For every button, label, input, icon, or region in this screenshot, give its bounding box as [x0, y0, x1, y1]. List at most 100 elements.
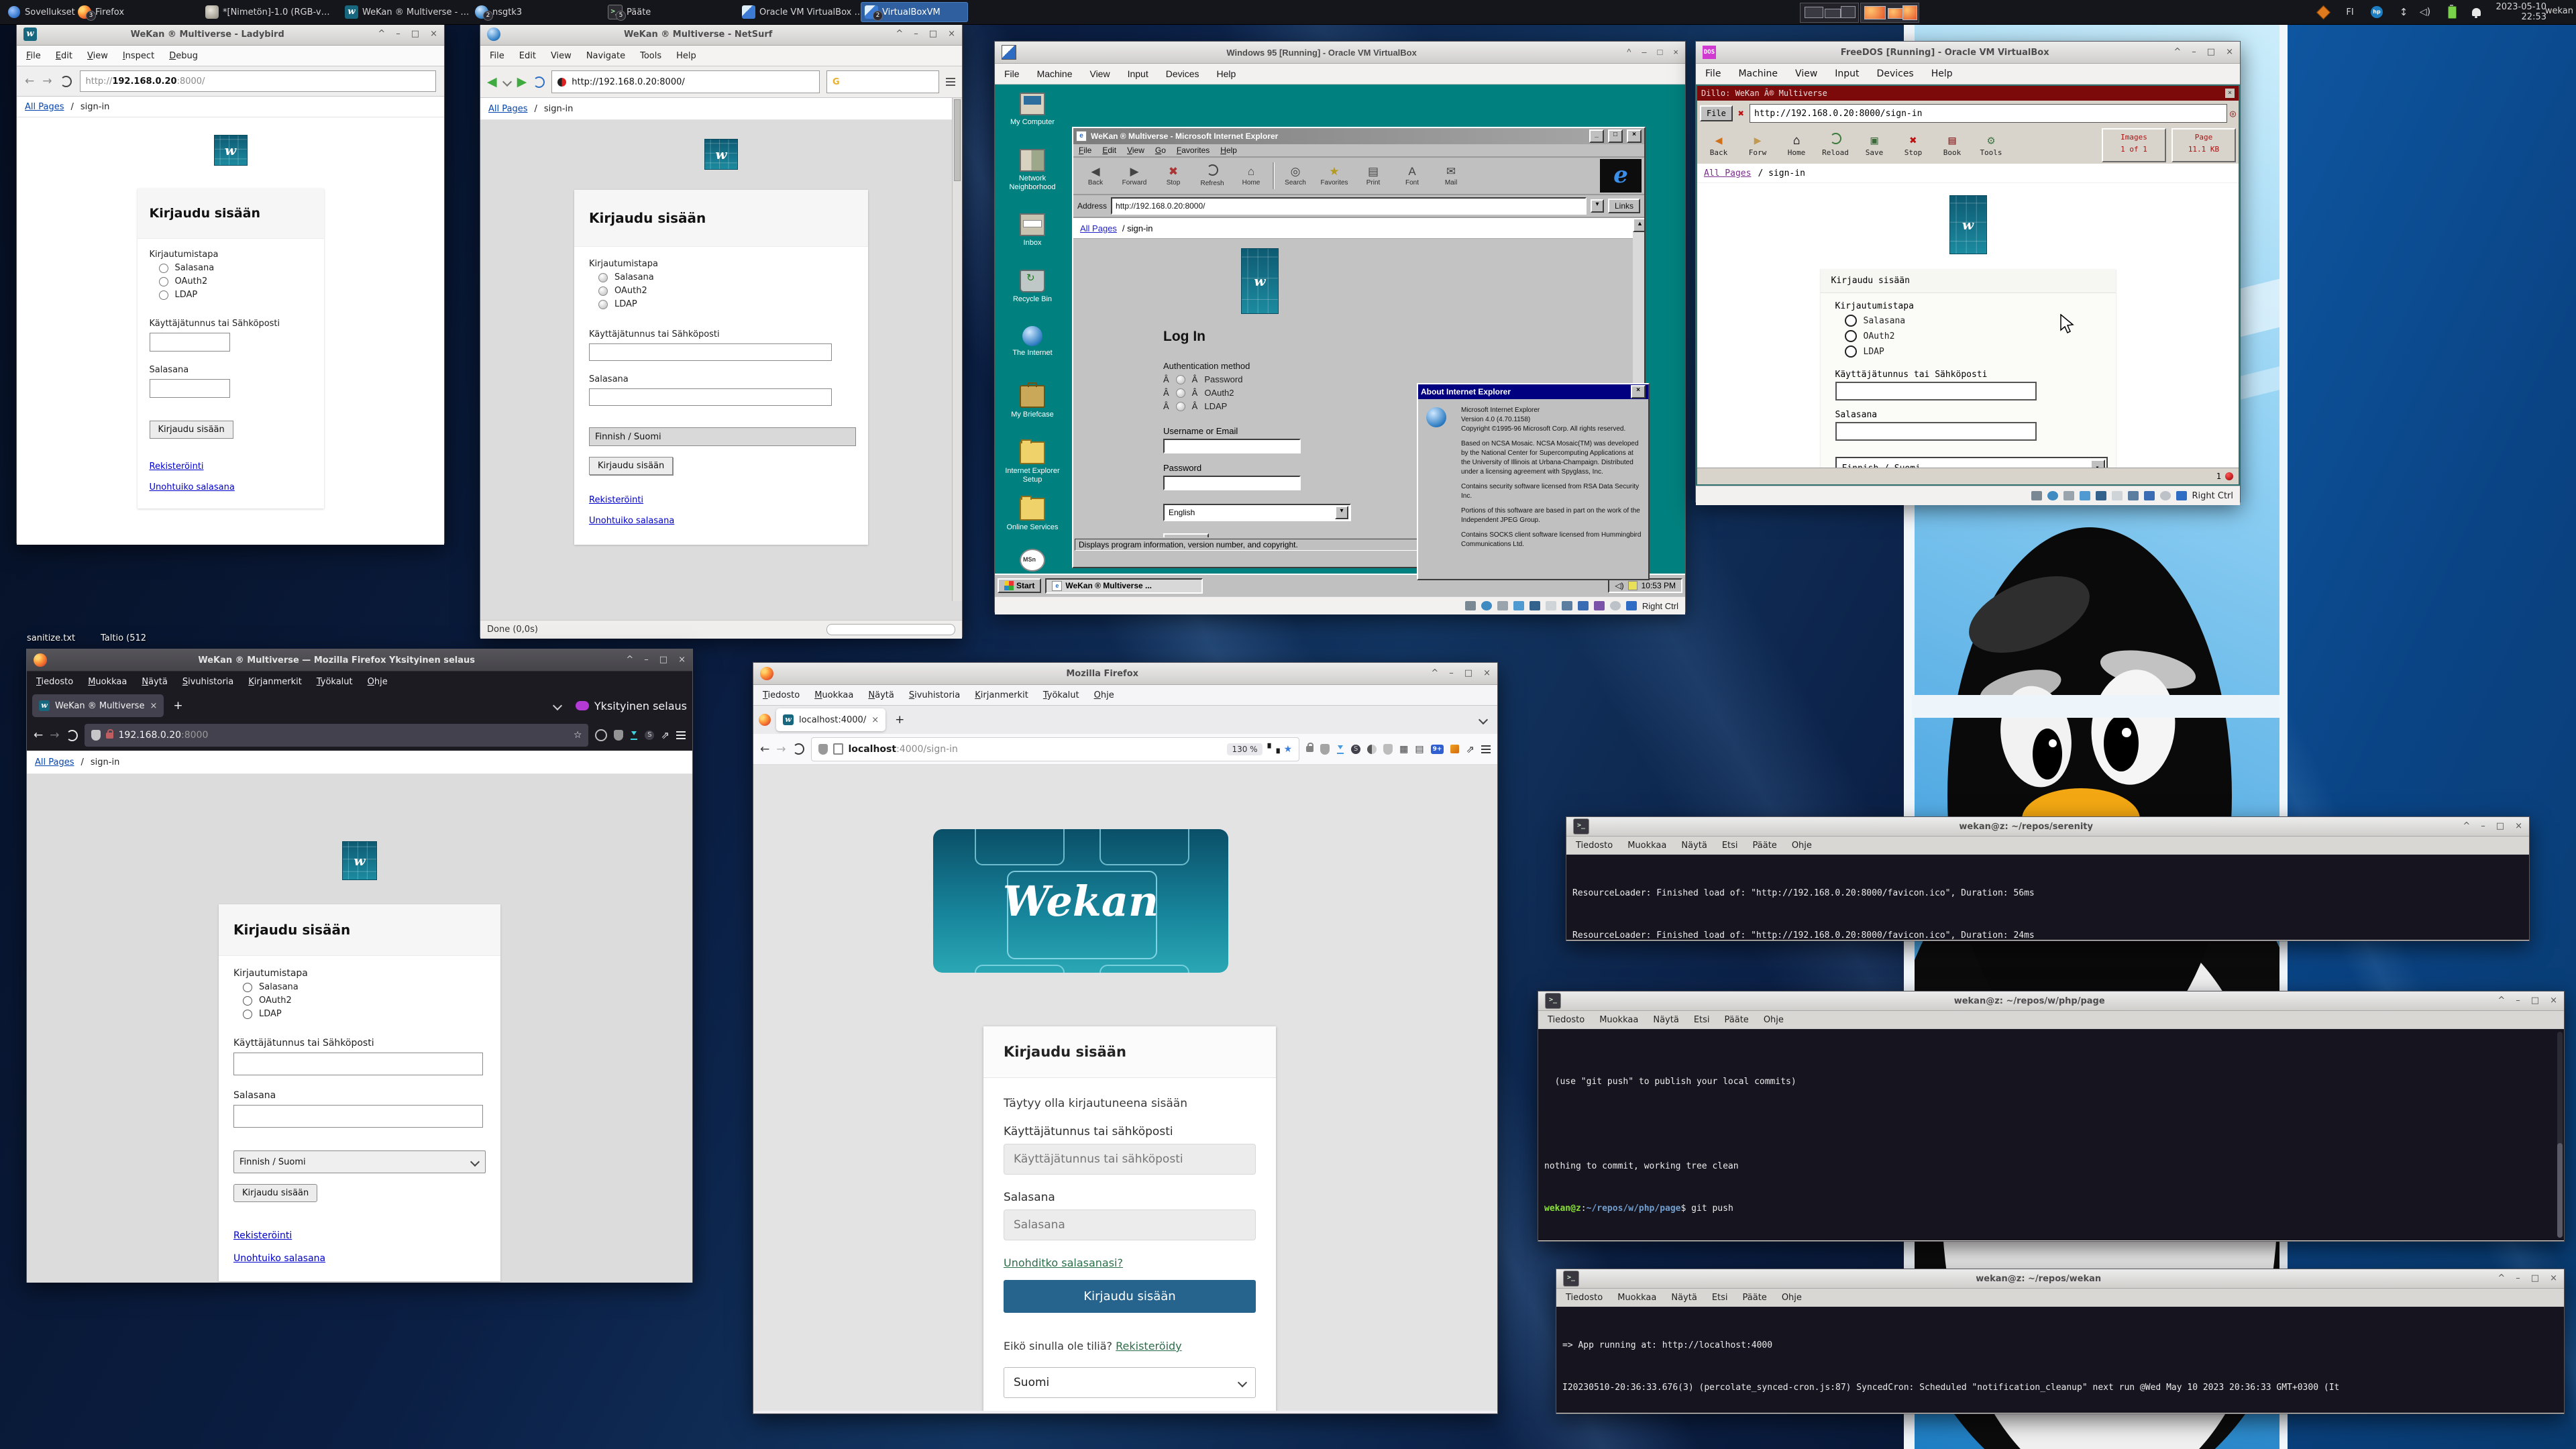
forgot-password-link[interactable]: Unohtuiko salasana	[233, 1253, 486, 1264]
taskbar-button-virtualboxvm[interactable]: 2 VirtualBoxVM	[861, 2, 968, 22]
system-tray[interactable]: ◁) 10:53 PM	[1608, 578, 1682, 593]
menu-tiedosto[interactable]: Tiedosto	[36, 677, 73, 687]
forward-button[interactable]: ▶Forw	[1739, 133, 1776, 157]
start-button[interactable]: Start	[998, 578, 1041, 593]
vm-titlebar[interactable]: DOS FreeDOS [Running] - Oracle VM Virtua…	[1696, 42, 2240, 64]
maximize-button[interactable]: □	[2531, 1274, 2539, 1283]
desktop-icon-ie-setup[interactable]: Internet Explorer Setup	[1000, 441, 1065, 484]
reader-view-icon[interactable]: ▘▗	[1268, 744, 1279, 754]
radio-oauth2[interactable]	[1845, 330, 1857, 342]
workspace-2[interactable]	[1860, 3, 1919, 23]
horizontal-scrollbar[interactable]	[826, 624, 955, 635]
back-button[interactable]: ←	[760, 743, 769, 756]
radio-password[interactable]	[243, 983, 252, 992]
menu-tyokalut[interactable]: Työkalut	[1043, 690, 1079, 700]
minimize-button[interactable]: –	[2516, 1274, 2520, 1283]
menu-tyokalut[interactable]: Työkalut	[317, 677, 353, 687]
address-input[interactable]: http://192.168.0.20:8000/	[1111, 197, 1587, 215]
desktop-icon-sanitize[interactable]: sanitize.txt	[27, 633, 75, 643]
radio-ldap[interactable]	[1176, 402, 1185, 411]
menu-muokkaa[interactable]: Muokkaa	[1617, 1293, 1656, 1303]
back-button[interactable]: ←	[34, 729, 43, 742]
maximize-button[interactable]: □	[1464, 669, 1472, 678]
register-link[interactable]: Rekisteröidy	[1116, 1340, 1182, 1352]
radio-oauth2[interactable]	[159, 277, 168, 286]
minimize-button[interactable]: –	[644, 655, 649, 665]
ie-print-button[interactable]: ▤Print	[1354, 164, 1393, 187]
close-button[interactable]: ×	[1483, 669, 1491, 678]
menu-nayta[interactable]: Näytä	[868, 690, 894, 700]
ie-font-button[interactable]: AFont	[1393, 164, 1432, 187]
bookmarks-button[interactable]: ▤Book	[1933, 133, 1971, 157]
menu-nayta[interactable]: Näytä	[142, 677, 167, 687]
menu-paate[interactable]: Pääte	[1725, 1015, 1749, 1025]
tracking-shield-icon[interactable]	[818, 744, 828, 755]
menu-muokkaa[interactable]: Muokkaa	[814, 690, 853, 700]
battery-icon[interactable]	[2445, 5, 2459, 19]
workspace-1[interactable]	[1800, 3, 1859, 23]
close-button[interactable]: ×	[2225, 89, 2235, 98]
shade-button[interactable]: ^	[626, 655, 633, 665]
menu-view[interactable]: View	[87, 51, 108, 61]
close-button[interactable]: ×	[1627, 129, 1642, 143]
coin-icon[interactable]: S	[1351, 745, 1360, 754]
ie-back-button[interactable]: ◀Back	[1076, 164, 1115, 187]
breadcrumb-all-pages[interactable]: All Pages	[1704, 168, 1751, 178]
menu-tiedosto[interactable]: Tiedosto	[1576, 841, 1613, 851]
back-button[interactable]: ←	[25, 74, 34, 88]
volume-icon[interactable]: ◁)	[1615, 581, 1623, 590]
bookmark-star-icon[interactable]: ☆	[574, 730, 582, 741]
username-input[interactable]	[233, 1053, 483, 1075]
download-icon[interactable]	[1336, 745, 1344, 753]
menu-help[interactable]: Help	[676, 51, 696, 61]
menu-nayta[interactable]: Näytä	[1681, 841, 1707, 851]
desktop-icon-online-services[interactable]: Online Services	[1000, 498, 1065, 532]
minimize-button[interactable]: –	[2192, 48, 2196, 57]
firefox-titlebar[interactable]: Mozilla Firefox ^–□×	[753, 663, 1497, 685]
tab-wekan[interactable]: w WeKan ® Multiverse ×	[32, 694, 164, 717]
desktop-icon-inbox[interactable]: Inbox	[1000, 213, 1065, 248]
menu-favorites[interactable]: Favorites	[1177, 146, 1210, 155]
register-link[interactable]: Rekisteröinti	[233, 1230, 486, 1241]
menu-view[interactable]: View	[1127, 146, 1144, 155]
menu-etsi[interactable]: Etsi	[1694, 1015, 1710, 1025]
workspace-switcher[interactable]	[1800, 3, 1919, 21]
url-bar[interactable]: http://192.168.0.20:8000/	[80, 70, 437, 92]
desktop-icon-the-internet[interactable]: The Internet	[1000, 326, 1065, 358]
moon-icon[interactable]	[1367, 745, 1377, 754]
forward-button[interactable]: →	[50, 729, 59, 742]
terminal-titlebar[interactable]: >_ wekan@z: ~/repos/serenity ^–□×	[1566, 817, 2529, 837]
close-button[interactable]: ×	[430, 30, 437, 39]
notification-bell-icon[interactable]	[2469, 5, 2483, 19]
username-input[interactable]	[589, 343, 832, 361]
home-button[interactable]: ⌂Home	[1778, 133, 1815, 157]
stop-button[interactable]: ✖Stop	[1894, 133, 1932, 157]
scrollbar-thumb[interactable]	[954, 99, 961, 181]
ie-refresh-button[interactable]: Refresh	[1193, 164, 1232, 188]
language-select[interactable]: Suomi	[1004, 1367, 1256, 1398]
shade-button[interactable]: ^	[378, 30, 385, 39]
radio-ldap[interactable]	[243, 1010, 252, 1019]
maximize-button[interactable]: □	[411, 30, 419, 39]
highlighter-icon[interactable]	[1450, 745, 1459, 753]
taskbar-button-terminal[interactable]: >_ 5 Pääte	[604, 2, 733, 22]
menu-view[interactable]: View	[551, 51, 572, 61]
menu-file[interactable]: File	[1004, 68, 1020, 79]
forgot-password-link[interactable]: Unohtuiko salasana	[589, 516, 853, 526]
menu-icon[interactable]	[946, 78, 955, 86]
menu-paate[interactable]: Pääte	[1743, 1293, 1767, 1303]
language-select[interactable]: Finnish / Suomi	[233, 1150, 486, 1173]
signin-button[interactable]: Kirjaudu sisään	[589, 457, 673, 475]
breadcrumb-all-pages[interactable]: All Pages	[488, 104, 528, 114]
minimize-button[interactable]: –	[914, 30, 918, 39]
ie-forward-button[interactable]: ▶Forward	[1115, 164, 1154, 187]
url-bar[interactable]: http://192.168.0.20:8000/	[551, 70, 820, 93]
menu-kirjanmerkit[interactable]: Kirjanmerkit	[975, 690, 1028, 700]
username-input[interactable]	[1835, 382, 2037, 400]
radio-oauth2[interactable]	[243, 996, 252, 1006]
password-input[interactable]	[1004, 1210, 1256, 1240]
password-input[interactable]	[589, 388, 832, 406]
maximize-button[interactable]: □	[2531, 996, 2539, 1006]
menu-icon[interactable]	[676, 731, 686, 739]
shield-check-icon[interactable]	[1383, 744, 1393, 755]
